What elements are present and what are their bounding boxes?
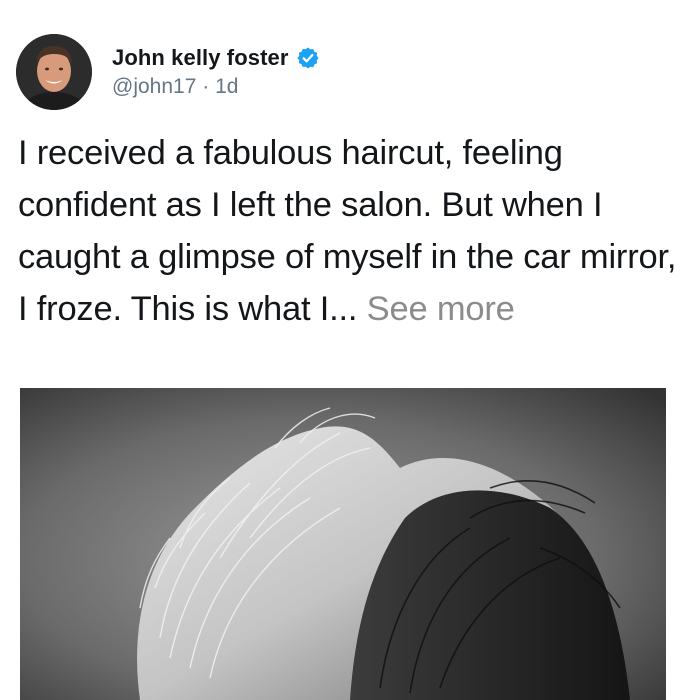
author-meta: John kelly foster @john17 · 1d [112, 45, 320, 99]
meta-separator: · [202, 75, 210, 98]
see-more-link[interactable]: See more [367, 290, 515, 328]
name-row: John kelly foster [112, 45, 320, 71]
avatar-photo [16, 34, 92, 110]
hair-photo [20, 388, 666, 700]
verified-badge-icon [296, 46, 320, 70]
post-time[interactable]: 1d [215, 75, 238, 98]
tweet-image[interactable] [20, 388, 666, 700]
author-handle[interactable]: @john17 [112, 75, 196, 98]
tweet-text-content: I received a fabulous haircut, feeling c… [18, 134, 677, 328]
tweet-header: John kelly foster @john17 · 1d [16, 34, 320, 110]
handle-row: @john17 · 1d [112, 75, 320, 99]
tweet-card: John kelly foster @john17 · 1d I receive… [0, 0, 700, 700]
author-display-name[interactable]: John kelly foster [112, 45, 289, 71]
tweet-text: I received a fabulous haircut, feeling c… [18, 127, 688, 335]
avatar[interactable] [16, 34, 92, 110]
